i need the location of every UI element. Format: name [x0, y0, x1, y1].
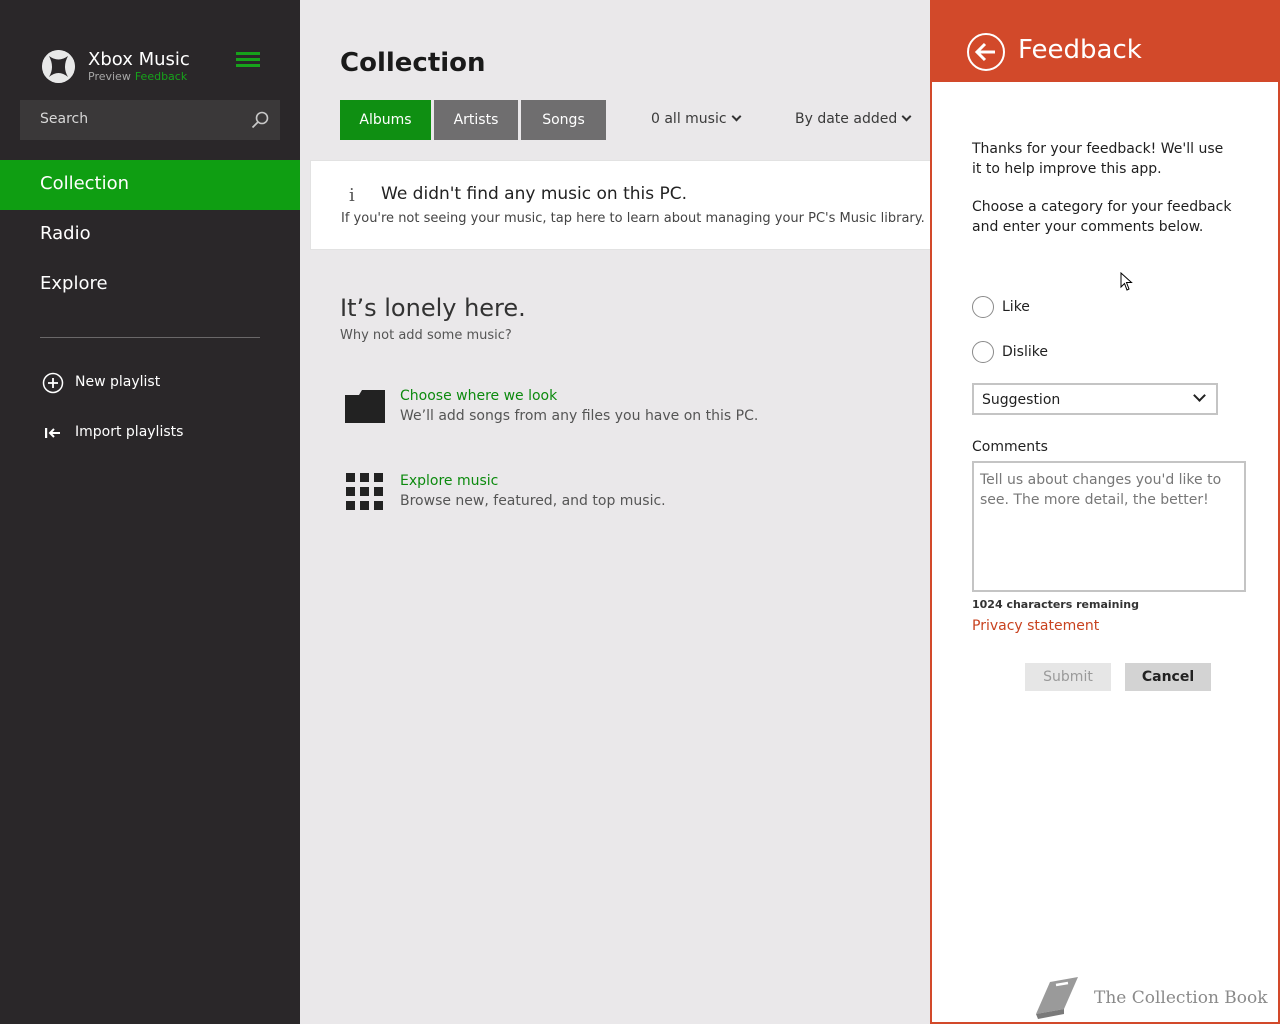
chevron-down-icon — [901, 111, 912, 122]
menu-icon[interactable] — [236, 52, 260, 68]
category-select[interactable]: Suggestion — [972, 383, 1218, 415]
nav-radio[interactable]: Radio — [0, 210, 300, 260]
grid-icon[interactable] — [345, 472, 385, 512]
mouse-cursor-icon — [1120, 272, 1133, 291]
plus-circle-icon — [42, 372, 64, 394]
category-value: Suggestion — [982, 392, 1061, 408]
dislike-label: Dislike — [1002, 344, 1048, 360]
folder-icon[interactable] — [345, 387, 385, 427]
tab-albums[interactable]: Albums — [340, 100, 431, 140]
choose-where-we-look-link[interactable]: Choose where we look — [400, 388, 557, 404]
chevron-down-icon — [731, 111, 742, 122]
filter-dropdown[interactable]: 0 all music — [651, 111, 742, 127]
choose-where-we-look-description: We’ll add songs from any files you have … — [400, 408, 759, 424]
new-playlist-label: New playlist — [75, 374, 161, 390]
import-playlists-button[interactable]: Import playlists — [40, 418, 280, 448]
info-icon: i — [349, 185, 355, 206]
app-subtitle: Preview Feedback — [88, 70, 187, 83]
search-input[interactable]: Search — [40, 111, 88, 127]
empty-title: It’s lonely here. — [340, 294, 526, 322]
privacy-statement-link[interactable]: Privacy statement — [972, 618, 1099, 634]
feedback-header: Feedback — [932, 0, 1278, 82]
sort-label: By date added — [795, 111, 898, 127]
tab-songs[interactable]: Songs — [521, 100, 606, 140]
comments-label: Comments — [972, 439, 1048, 455]
feedback-link[interactable]: Feedback — [135, 70, 187, 83]
like-option[interactable]: Like — [972, 296, 1172, 320]
nav-collection[interactable]: Collection — [0, 160, 300, 210]
nav-explore[interactable]: Explore — [0, 260, 300, 310]
submit-button[interactable]: Submit — [1025, 663, 1111, 691]
preview-label: Preview — [88, 70, 131, 83]
cancel-button[interactable]: Cancel — [1125, 663, 1211, 691]
nav-label: Radio — [40, 223, 91, 244]
characters-remaining: 1024 characters remaining — [972, 598, 1139, 611]
comments-textarea[interactable] — [972, 461, 1246, 592]
app-title: Xbox Music — [88, 49, 190, 70]
feedback-intro: Thanks for your feedback! We'll use it t… — [972, 141, 1224, 177]
nav-label: Collection — [40, 173, 130, 194]
feedback-panel: Feedback Thanks for your feedback! We'll… — [930, 0, 1280, 1024]
notice-title: We didn't find any music on this PC. — [381, 184, 688, 204]
empty-subtitle: Why not add some music? — [340, 328, 512, 343]
feedback-title: Feedback — [1018, 35, 1142, 65]
sidebar: Xbox Music Preview Feedback Search Collec… — [0, 0, 300, 1024]
filter-label: 0 all music — [651, 111, 727, 127]
main-content: Collection Albums Artists Songs 0 all mu… — [300, 0, 930, 1024]
notice-body: If you're not seeing your music, tap her… — [341, 211, 925, 226]
search-icon[interactable] — [250, 110, 270, 130]
dislike-radio[interactable] — [972, 341, 994, 363]
page-title: Collection — [340, 48, 486, 78]
like-radio[interactable] — [972, 296, 994, 318]
explore-music-description: Browse new, featured, and top music. — [400, 493, 666, 509]
search-box[interactable]: Search — [20, 100, 280, 140]
explore-music-link[interactable]: Explore music — [400, 473, 498, 489]
sort-dropdown[interactable]: By date added — [795, 111, 912, 127]
nav-label: Explore — [40, 273, 108, 294]
like-label: Like — [1002, 299, 1030, 315]
new-playlist-button[interactable]: New playlist — [40, 368, 280, 398]
feedback-instruction: Choose a category for your feedback and … — [972, 199, 1232, 235]
import-icon — [45, 428, 60, 438]
watermark-text: The Collection Book — [1094, 988, 1268, 1008]
back-arrow-icon[interactable] — [967, 33, 1005, 71]
sidebar-divider — [40, 337, 260, 338]
dislike-option[interactable]: Dislike — [972, 341, 1172, 365]
no-music-notice[interactable]: i We didn't find any music on this PC. I… — [310, 160, 930, 250]
tab-artists[interactable]: Artists — [434, 100, 518, 140]
import-playlists-label: Import playlists — [75, 424, 184, 440]
xbox-logo-icon — [42, 50, 75, 83]
chevron-down-icon — [1193, 389, 1206, 402]
book-icon — [1036, 977, 1078, 1019]
